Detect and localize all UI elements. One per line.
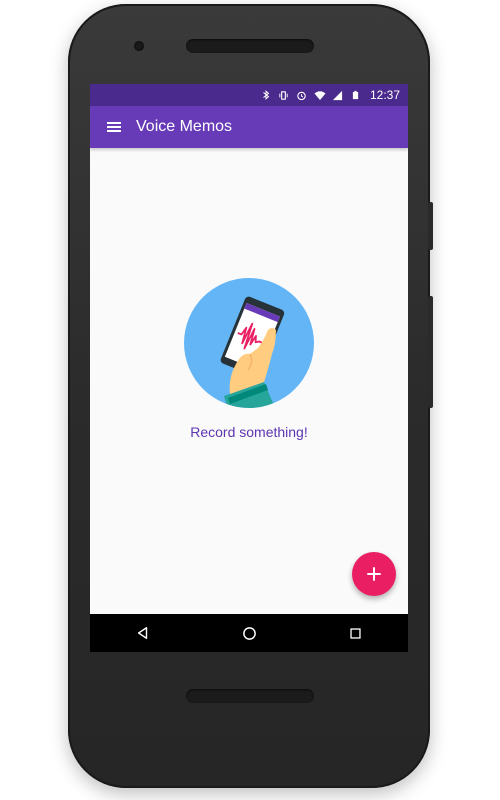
bluetooth-icon	[260, 89, 272, 101]
recents-square-icon	[349, 627, 361, 639]
top-speaker	[186, 39, 314, 53]
phone-screen: 12:37 Voice Memos Record something!	[90, 84, 408, 652]
system-nav-bar	[90, 614, 408, 652]
status-bar: 12:37	[90, 84, 408, 106]
front-camera	[134, 41, 144, 51]
app-bar: Voice Memos	[90, 106, 408, 148]
bottom-speaker	[186, 689, 314, 703]
alarm-icon	[296, 89, 308, 101]
hamburger-menu-icon[interactable]	[94, 106, 134, 148]
home-circle-icon	[242, 626, 256, 640]
wifi-icon	[314, 89, 326, 101]
app-title: Voice Memos	[136, 118, 233, 135]
back-triangle-icon	[137, 627, 148, 639]
plus-icon	[367, 567, 381, 581]
recents-button[interactable]	[335, 614, 375, 652]
add-record-fab[interactable]	[352, 552, 396, 596]
phone-recording-illustration	[184, 278, 314, 408]
back-button[interactable]	[123, 614, 163, 652]
home-button[interactable]	[229, 614, 269, 652]
power-button	[428, 202, 433, 250]
volume-rocker	[428, 296, 433, 408]
battery-icon	[350, 89, 362, 101]
empty-state-message: Record something!	[190, 424, 308, 440]
status-time: 12:37	[369, 88, 400, 102]
signal-icon	[332, 89, 344, 101]
vibrate-icon	[278, 89, 290, 101]
